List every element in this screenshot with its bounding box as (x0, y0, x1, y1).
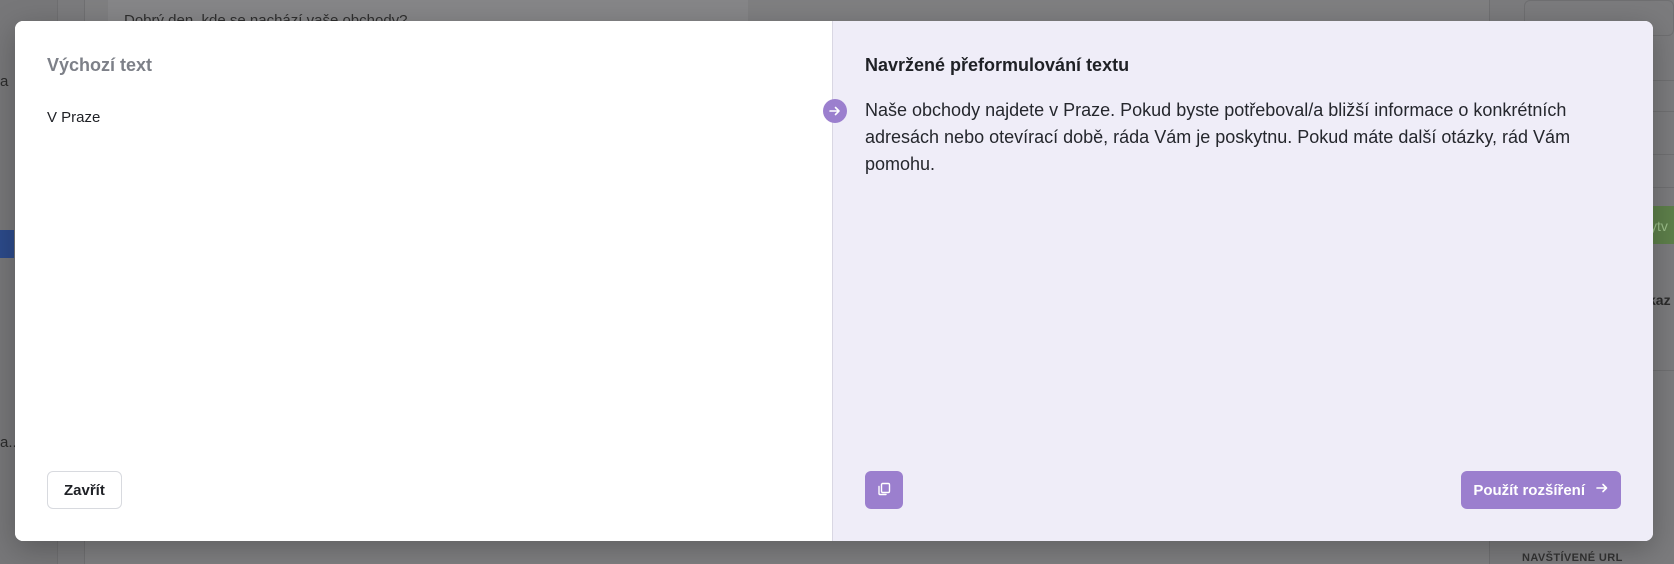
suggestion-text: Naše obchody najdete v Praze. Pokud byst… (865, 100, 1571, 174)
suggestion-title: Navržené přeformulování textu (865, 55, 1130, 75)
bg-right-section-label: NAVŠTÍVENÉ URL (1522, 552, 1623, 564)
arrow-right-circle-icon (823, 99, 847, 123)
rephrase-dialog: Výchozí text V Praze Zavřít Navržené pře… (15, 21, 1653, 541)
suggestion-pane: Navržené přeformulování textu Naše obcho… (833, 21, 1653, 541)
close-button[interactable]: Zavřít (47, 471, 122, 509)
apply-extension-button[interactable]: Použít rozšíření (1461, 471, 1621, 509)
copy-button[interactable] (865, 471, 903, 509)
bg-left-text-fragment: a (0, 73, 9, 90)
original-text-title: Výchozí text (47, 55, 153, 75)
arrow-right-icon (1595, 481, 1609, 499)
original-text-pane: Výchozí text V Praze Zavřít (15, 21, 833, 541)
bg-left-active-indicator (0, 230, 14, 258)
copy-icon (877, 482, 891, 499)
original-text-content: V Praze (47, 109, 101, 126)
apply-button-label: Použít rozšíření (1473, 481, 1585, 499)
